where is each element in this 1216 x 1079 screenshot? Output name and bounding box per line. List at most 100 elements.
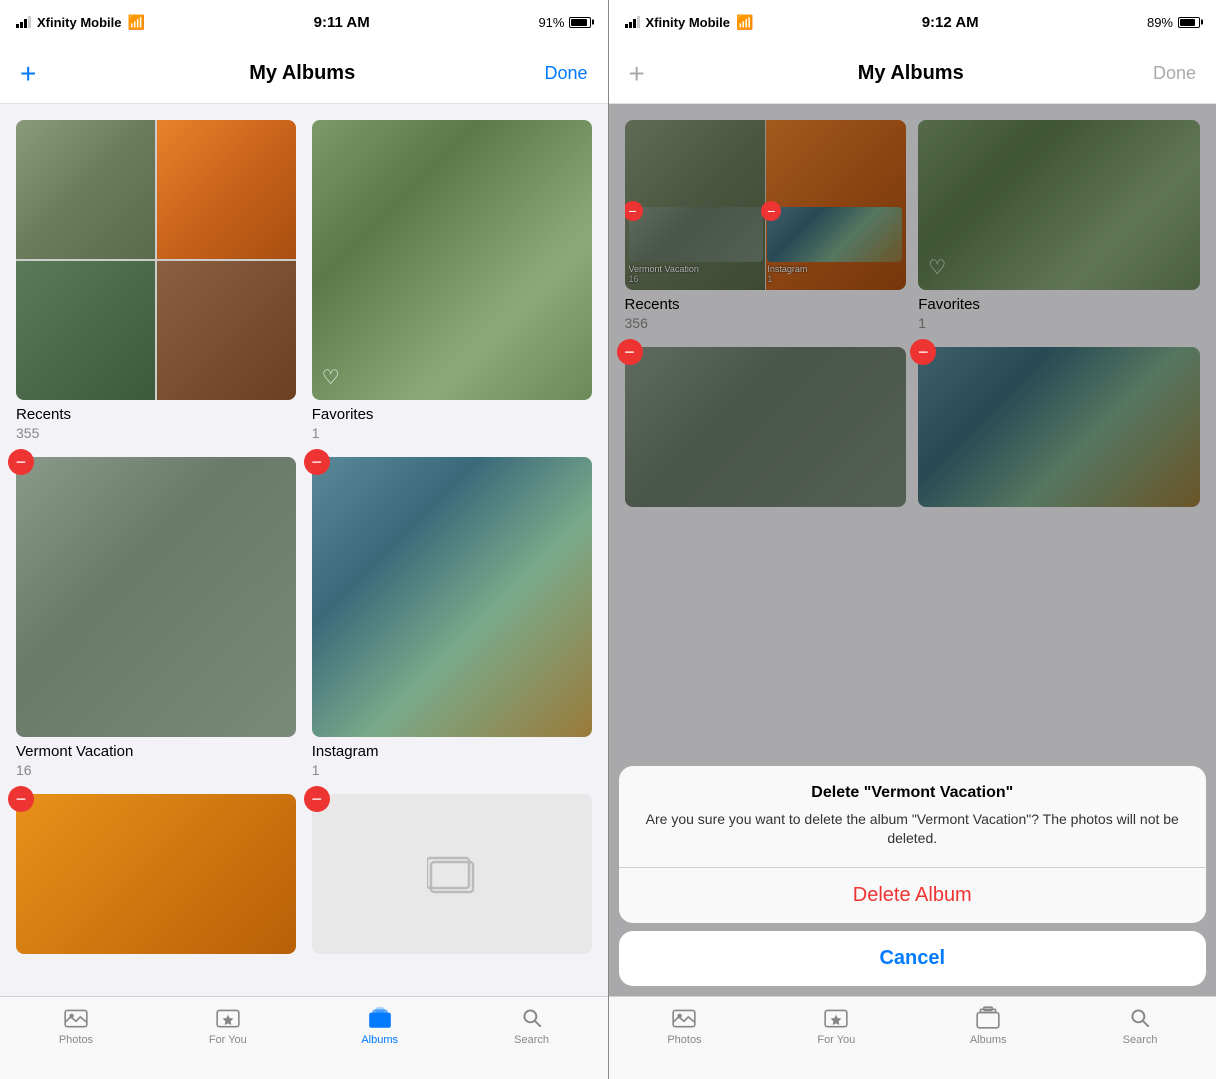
right-tab-search[interactable]: Search (1064, 1005, 1216, 1046)
album-instagram-thumb (312, 457, 592, 737)
album-instagram-name: Instagram (312, 743, 592, 760)
left-tab-search-label: Search (514, 1034, 549, 1046)
right-instagram-full-thumb (918, 347, 1200, 507)
album-recents-count: 355 (16, 425, 296, 441)
right-album-recents[interactable]: − Vermont Vacation 16 − Instagram 1 (625, 120, 907, 331)
album-instagram-count: 1 (312, 762, 592, 778)
right-alert-title: Delete "Vermont Vacation" (619, 766, 1207, 810)
right-signal-icon (625, 16, 640, 28)
collage-cell-4 (157, 261, 296, 400)
right-favorites-heart: ♡ (928, 255, 946, 280)
right-tab-photos[interactable]: Photos (609, 1005, 761, 1046)
album-favorites[interactable]: ♡ Favorites 1 (312, 120, 592, 441)
right-mini-overlay: − Vermont Vacation 16 − Instagram 1 (629, 207, 903, 284)
left-carrier: Xfinity Mobile (37, 15, 122, 30)
right-wifi-icon: 📶 (736, 14, 753, 31)
right-recents-count: 356 (625, 315, 907, 331)
album-5-thumb (16, 794, 296, 954)
album-vermont[interactable]: − Vermont Vacation 16 (16, 457, 296, 778)
right-mini-vermont-label: Vermont Vacation (629, 264, 764, 274)
foryou-icon (215, 1005, 241, 1031)
left-battery-icon (569, 17, 591, 28)
new-album-icon (427, 854, 477, 894)
left-tab-albums-label: Albums (361, 1034, 398, 1046)
right-albums-icon (975, 1005, 1001, 1031)
left-tab-foryou-label: For You (209, 1034, 247, 1046)
right-album-favorites[interactable]: ♡ Favorites 1 (918, 120, 1200, 331)
collage-cell-3 (16, 261, 155, 400)
album-recents-thumb (16, 120, 296, 400)
right-alert-message: Are you sure you want to delete the albu… (619, 810, 1207, 867)
left-wifi-icon: 📶 (128, 14, 145, 31)
album-favorites-name: Favorites (312, 406, 592, 423)
left-albums-scroll[interactable]: Recents 355 ♡ Favorites 1 − Vermont Vaca… (0, 104, 608, 996)
left-tab-foryou[interactable]: For You (152, 1005, 304, 1046)
right-mini-instagram-count: 1 (767, 274, 902, 284)
right-favorites-count: 1 (918, 315, 1200, 331)
left-tab-search[interactable]: Search (456, 1005, 608, 1046)
album-6-delete-btn[interactable]: − (304, 786, 330, 812)
right-search-icon (1127, 1005, 1153, 1031)
collage-cell-2 (157, 120, 296, 259)
album-6-thumb (312, 794, 592, 954)
right-tab-albums-label: Albums (970, 1034, 1007, 1046)
album-recents[interactable]: Recents 355 (16, 120, 296, 441)
right-top-albums: − Vermont Vacation 16 − Instagram 1 (625, 120, 1201, 331)
right-mini-instagram-label: Instagram (767, 264, 902, 274)
right-tab-bar: Photos For You Albums Search (609, 996, 1216, 1079)
album-6[interactable]: − (312, 794, 592, 954)
album-5[interactable]: − (16, 794, 296, 954)
search-icon (519, 1005, 545, 1031)
album-vermont-thumb (16, 457, 296, 737)
album-instagram-delete-btn[interactable]: − (304, 449, 330, 475)
right-battery-icon (1178, 17, 1200, 28)
left-albums-grid: Recents 355 ♡ Favorites 1 − Vermont Vaca… (16, 120, 592, 954)
right-battery-pct: 89% (1147, 15, 1173, 30)
right-tab-search-label: Search (1123, 1034, 1158, 1046)
right-add-button[interactable]: + (629, 58, 669, 90)
right-tab-albums[interactable]: Albums (912, 1005, 1064, 1046)
left-done-button[interactable]: Done (544, 63, 587, 84)
left-tab-photos[interactable]: Photos (0, 1005, 152, 1046)
right-favorites-thumb: ♡ (918, 120, 1200, 290)
album-favorites-thumb: ♡ (312, 120, 592, 400)
right-bottom-albums: − − (625, 347, 1201, 507)
album-recents-name: Recents (16, 406, 296, 423)
right-carrier: Xfinity Mobile (646, 15, 731, 30)
right-tab-foryou[interactable]: For You (760, 1005, 912, 1046)
right-nav-bar: + My Albums Done (609, 44, 1216, 104)
left-tab-albums[interactable]: Albums (304, 1005, 456, 1046)
album-vermont-name: Vermont Vacation (16, 743, 296, 760)
right-foryou-icon (823, 1005, 849, 1031)
album-instagram[interactable]: − Instagram 1 (312, 457, 592, 778)
right-status-left: Xfinity Mobile 📶 (625, 14, 754, 31)
right-alert-delete-btn[interactable]: Delete Album (619, 868, 1207, 923)
right-content-area: − Vermont Vacation 16 − Instagram 1 (609, 104, 1216, 996)
left-status-bar: Xfinity Mobile 📶 9:11 AM 91% (0, 0, 608, 44)
left-nav-title: My Albums (249, 62, 355, 85)
collage-cell-1 (16, 120, 155, 259)
left-add-button[interactable]: + (20, 58, 60, 90)
album-vermont-count: 16 (16, 762, 296, 778)
right-alert-cancel-btn[interactable]: Cancel (619, 931, 1207, 986)
right-tab-foryou-label: For You (817, 1034, 855, 1046)
album-vermont-delete-btn[interactable]: − (8, 449, 34, 475)
right-vermont-full-delete[interactable]: − (617, 339, 643, 365)
right-status-right: 89% (1147, 15, 1200, 30)
albums-icon-active (367, 1005, 393, 1031)
right-mini-vermont-count: 16 (629, 274, 764, 284)
right-phone: Xfinity Mobile 📶 9:12 AM 89% + My Albums… (609, 0, 1216, 1079)
left-phone: Xfinity Mobile 📶 9:11 AM 91% + My Albums… (0, 0, 608, 1079)
left-tab-photos-label: Photos (59, 1034, 93, 1046)
right-mini-vermont-delete[interactable]: − (625, 201, 643, 221)
right-nav-title: My Albums (858, 62, 964, 85)
left-battery-pct: 91% (538, 15, 564, 30)
right-done-button[interactable]: Done (1153, 63, 1196, 84)
right-mini-instagram-thumb (767, 207, 902, 262)
right-album-recents-thumb: − Vermont Vacation 16 − Instagram 1 (625, 120, 907, 290)
right-favorites-name: Favorites (918, 296, 1200, 313)
right-album-vermont-full[interactable]: − (625, 347, 907, 507)
right-album-instagram-full[interactable]: − (918, 347, 1200, 507)
right-mini-vermont-thumb (629, 207, 764, 262)
album-5-delete-btn[interactable]: − (8, 786, 34, 812)
